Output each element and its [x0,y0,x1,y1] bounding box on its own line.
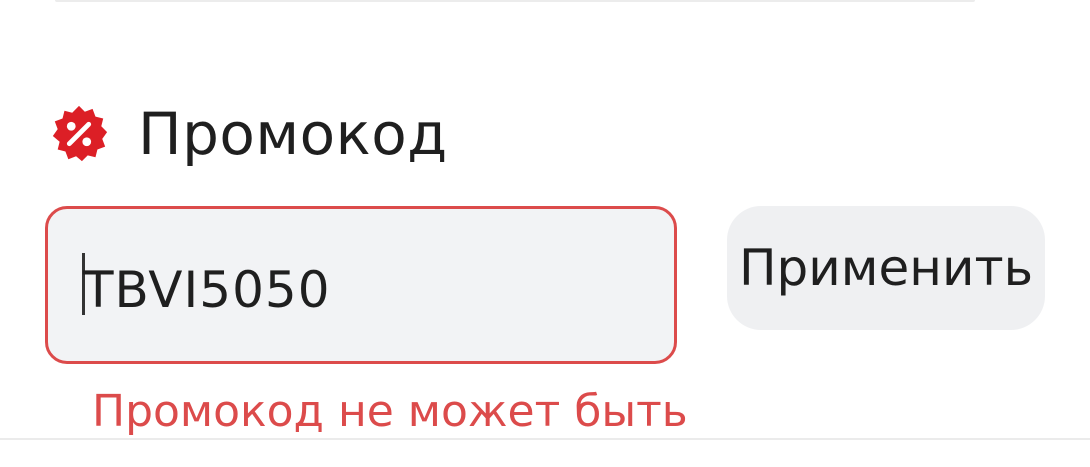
promo-section-header: Промокод [48,94,448,174]
promo-section-title: Промокод [138,100,448,168]
top-divider [55,0,975,2]
promo-error-message: Промокод не может быть [92,386,688,437]
promo-code-value[interactable]: TBVI5050 [83,261,331,319]
promo-code-screen: Промокод TBVI5050 Применить Промокод не … [0,0,1090,467]
discount-badge-icon [48,103,110,165]
apply-button[interactable]: Применить [727,206,1045,330]
promo-code-input[interactable]: TBVI5050 [45,206,677,364]
bottom-divider [0,438,1090,440]
